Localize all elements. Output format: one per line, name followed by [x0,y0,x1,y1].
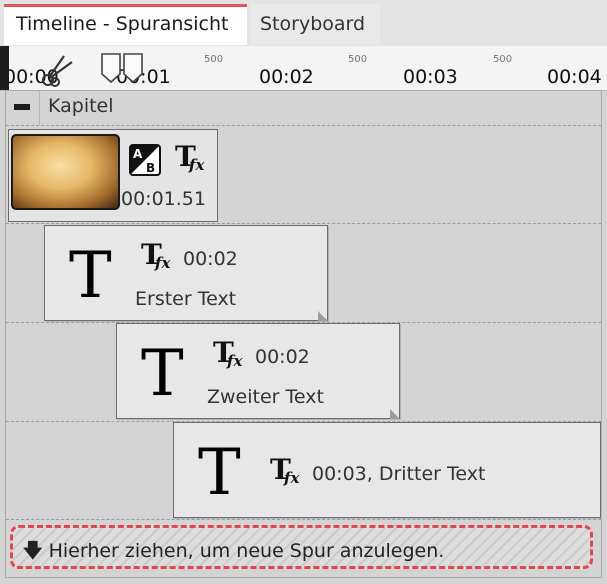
clip-corner [390,409,400,419]
svg-text:fx: fx [188,156,205,174]
svg-text:fx: fx [226,352,243,370]
tab-timeline-track-view[interactable]: Timeline - Spuransicht [4,4,247,45]
text-clip-name: Zweiter Text [207,386,324,408]
tab-storyboard[interactable]: Storyboard [250,4,380,45]
chapter-header: Kapitel [6,91,601,125]
text-clip-duration: 00:02 [255,346,310,368]
chapter-divider [39,91,40,125]
drop-zone-label: Hierher ziehen, um neue Spur anzulegen. [48,540,445,562]
text-clip-3[interactable]: T T fx 00:03, Dritter Text [173,422,601,518]
text-clip-2[interactable]: T T fx 00:02 Zweiter Text [116,323,400,419]
svg-text:A: A [133,147,143,161]
image-clip-duration: 00:01.51 [121,188,206,210]
playhead-handle[interactable] [0,46,9,90]
track-separator [6,519,601,520]
track-separator [6,223,601,224]
text-clip-name: Erster Text [135,288,237,310]
clip-corner [318,311,328,321]
ruler-label-4: 00:04 [547,66,602,88]
new-track-drop-zone[interactable]: 🡇 Hierher ziehen, um neue Spur anzulegen… [10,525,593,569]
text-clip-label: 00:03, Dritter Text [312,463,486,485]
image-clip[interactable]: A B T fx 00:01.51 [8,129,218,222]
ruler-minor-label: 500 [493,54,513,65]
arrow-down-icon: 🡇 [23,540,43,562]
drop-zone-text: 🡇 Hierher ziehen, um neue Spur anzulegen… [23,537,444,569]
ab-transition-icon[interactable]: A B [129,144,161,176]
text-fx-icon[interactable]: T fx [141,240,175,272]
chapter-label: Kapitel [48,95,114,117]
track-separator [6,125,601,126]
collapse-minus-icon[interactable] [14,104,30,110]
text-fx-icon[interactable]: T fx [270,455,304,487]
image-thumbnail [11,134,120,210]
timeline-area[interactable]: Kapitel A B T fx 00:01.51 T T fx 00:02 E… [5,90,602,578]
text-clip-duration: 00:02 [183,248,238,270]
text-clip-1[interactable]: T T fx 00:02 Erster Text [44,225,328,321]
ruler-label-2: 00:02 [259,66,314,88]
tab-bar: Timeline - Spuransicht Storyboard [0,0,607,47]
ruler-minor-label: 500 [204,54,224,65]
marker-pins-icon[interactable] [100,52,146,86]
svg-text:fx: fx [154,254,171,272]
text-clip-t-icon: T [141,337,184,411]
time-ruler[interactable]: 500 500 500 00:00 00:01 00:02 00:03 00:0… [0,46,607,91]
ruler-minor-label: 500 [348,54,368,65]
scissors-icon[interactable] [38,54,74,88]
text-fx-icon[interactable]: T fx [175,142,209,174]
svg-text:fx: fx [283,469,300,487]
svg-text:B: B [146,161,155,175]
text-clip-t-icon: T [69,239,112,313]
ruler-label-3: 00:03 [403,66,458,88]
text-fx-icon[interactable]: T fx [213,338,247,370]
text-clip-t-icon: T [198,436,241,510]
